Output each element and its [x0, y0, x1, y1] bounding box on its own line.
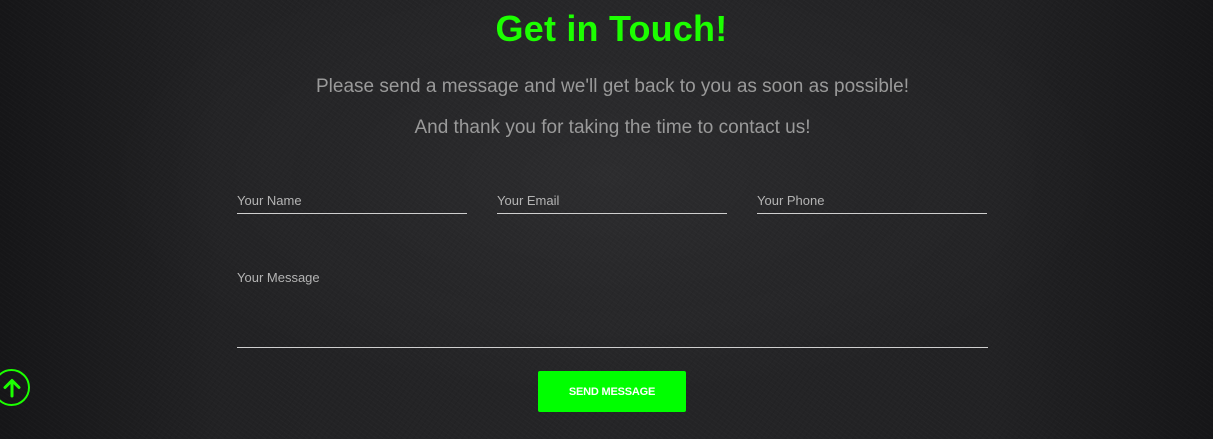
send-message-button[interactable]: SEND MESSAGE	[538, 371, 686, 412]
scroll-to-top-button[interactable]	[0, 369, 30, 406]
message-field-wrapper	[237, 268, 988, 348]
email-input[interactable]	[497, 188, 727, 213]
phone-input[interactable]	[757, 188, 987, 213]
message-textarea[interactable]	[237, 268, 988, 347]
email-field-wrapper	[497, 188, 727, 214]
page-title: Get in Touch!	[495, 8, 728, 49]
arrow-up-icon	[3, 378, 20, 397]
phone-field-wrapper	[757, 188, 987, 214]
subtitle-line-1: Please send a message and we'll get back…	[316, 76, 909, 97]
name-field-wrapper	[237, 188, 467, 214]
name-input[interactable]	[237, 188, 467, 213]
subtitle-line-2: And thank you for taking the time to con…	[414, 117, 811, 138]
